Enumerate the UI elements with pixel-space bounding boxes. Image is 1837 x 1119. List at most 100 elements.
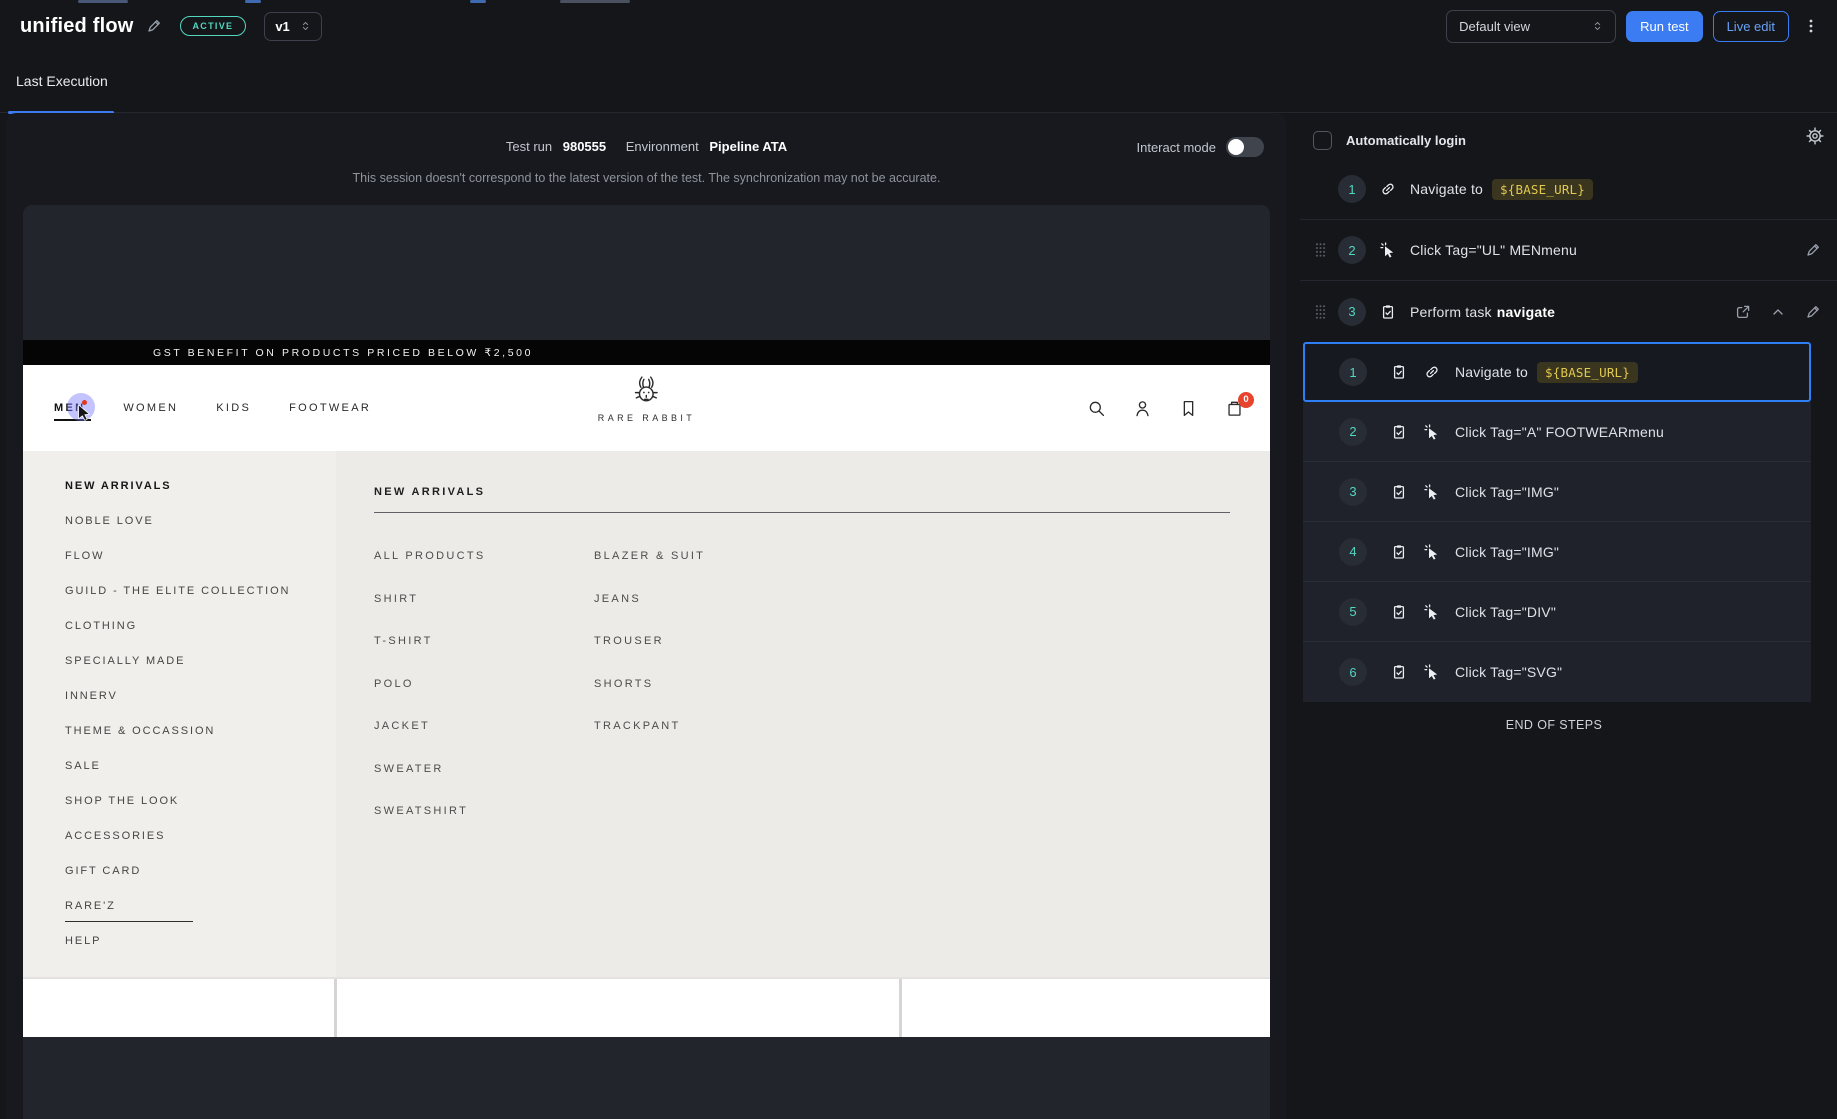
mouse-cursor-icon	[77, 404, 94, 421]
status-badge: ACTIVE	[180, 16, 247, 36]
collapse-icon[interactable]	[1770, 304, 1786, 320]
menu-link-blazer-suit[interactable]: BLAZER & SUIT	[594, 550, 705, 593]
task-icon	[1391, 604, 1407, 620]
cart-button[interactable]: 0	[1225, 399, 1244, 418]
menu-link-polo[interactable]: POLO	[374, 678, 594, 721]
product-card-placeholders	[23, 977, 1270, 1037]
substep-number-badge: 6	[1339, 658, 1367, 686]
click-icon	[1424, 604, 1440, 620]
variable-chip: ${BASE_URL}	[1537, 362, 1638, 383]
main-step-list: 1 Navigate to${BASE_URL} 2Click Tag="UL" M…	[1300, 159, 1837, 342]
more-menu-icon[interactable]	[1803, 18, 1819, 34]
sidebar-item-help[interactable]: HELP	[65, 935, 336, 970]
task-substep-row-2[interactable]: 2Click Tag="A" FOOTWEARmenu	[1303, 402, 1811, 462]
sidebar-item-rare-z[interactable]: RARE'Z	[65, 900, 336, 935]
task-substep-row-5[interactable]: 5Click Tag="DIV"	[1303, 582, 1811, 642]
heading-divider	[374, 512, 1230, 513]
auto-login-row: Automatically login	[1300, 113, 1837, 157]
task-substep-list: 1Navigate to${BASE_URL}2Click Tag="A" FO…	[1303, 342, 1811, 702]
sidebar-item-noble-love[interactable]: NOBLE LOVE	[65, 515, 336, 550]
substep-text: Navigate to${BASE_URL}	[1455, 362, 1638, 383]
sync-warning: This session doesn't correspond to the l…	[23, 171, 1270, 185]
step-number-badge: 1	[1338, 175, 1366, 203]
task-substep-row-6[interactable]: 6Click Tag="SVG"	[1303, 642, 1811, 702]
step-actions	[1735, 304, 1821, 320]
live-edit-button[interactable]: Live edit	[1713, 11, 1789, 42]
menu-link-trackpant[interactable]: TRACKPANT	[594, 720, 705, 763]
menu-link-label: POLO	[374, 678, 414, 690]
step-text: Navigate to${BASE_URL}	[1410, 179, 1593, 200]
site-logo[interactable]: RARE RABBIT	[598, 373, 695, 423]
sidebar-item-label: SHOP THE LOOK	[65, 795, 179, 807]
sidebar-item-label: SPECIALLY MADE	[65, 655, 185, 667]
sidebar-item-shop-the-look[interactable]: SHOP THE LOOK	[65, 795, 336, 830]
sidebar-item-label: HELP	[65, 935, 101, 947]
execution-preview: Test run 980555 Environment Pipeline ATA…	[6, 113, 1286, 1119]
nav-label: FOOTWEAR	[289, 402, 371, 414]
link-icon	[1424, 364, 1440, 380]
view-select[interactable]: Default view	[1446, 10, 1616, 43]
task-substep-row-3[interactable]: 3 Click Tag="IMG"	[1303, 462, 1811, 522]
sidebar-item-specially-made[interactable]: SPECIALLY MADE	[65, 655, 336, 690]
drag-handle-icon[interactable]	[1314, 304, 1327, 320]
sidebar-item-gift-card[interactable]: GIFT CARD	[65, 865, 336, 900]
step-actions	[1805, 242, 1821, 258]
chevron-updown-icon	[1592, 19, 1603, 33]
flow-title: unified flow	[20, 15, 134, 38]
settings-gear-icon[interactable]	[1806, 127, 1824, 145]
end-of-steps: END OF STEPS	[1300, 718, 1808, 732]
step-row-2[interactable]: 2Click Tag="UL" MENmenu	[1300, 220, 1837, 281]
edit-title-icon[interactable]	[146, 18, 162, 34]
sidebar-item-new-arrivals[interactable]: NEW ARRIVALS	[65, 480, 336, 515]
substep-text-label: Click Tag="IMG"	[1455, 544, 1559, 560]
interact-mode-toggle[interactable]	[1226, 137, 1264, 157]
menu-link-trouser[interactable]: TROUSER	[594, 635, 705, 678]
browser-screenshot: GST BENEFIT ON PRODUCTS PRICED BELOW ₹2,…	[23, 205, 1270, 1119]
menu-link-shorts[interactable]: SHORTS	[594, 678, 705, 721]
task-substep-row-4[interactable]: 4Click Tag="IMG"	[1303, 522, 1811, 582]
wishlist-icon[interactable]	[1179, 399, 1198, 418]
tab-bar: Last Execution	[0, 47, 1837, 113]
menu-link-all-products[interactable]: ALL PRODUCTS	[374, 550, 594, 593]
account-icon[interactable]	[1133, 399, 1152, 418]
sidebar-item-guild-the-elite-collection[interactable]: GUILD - THE ELITE COLLECTION	[65, 585, 336, 620]
drag-handle-icon[interactable]	[1314, 242, 1327, 258]
menu-link-label: TRACKPANT	[594, 720, 681, 732]
edit-step-icon[interactable]	[1805, 242, 1821, 258]
tab-label: Last Execution	[16, 73, 108, 89]
menu-link-t-shirt[interactable]: T-SHIRT	[374, 635, 594, 678]
task-substep-row-1[interactable]: 1Navigate to${BASE_URL}	[1303, 342, 1811, 402]
auto-login-checkbox[interactable]	[1313, 131, 1332, 150]
site-nav-kids[interactable]: KIDS	[216, 402, 251, 414]
open-task-icon[interactable]	[1735, 304, 1751, 320]
tab-last-execution[interactable]: Last Execution	[14, 73, 110, 112]
menu-link-sweatshirt[interactable]: SWEATSHIRT	[374, 805, 594, 848]
search-icon[interactable]	[1087, 399, 1106, 418]
sidebar-item-sale[interactable]: SALE	[65, 760, 336, 795]
menu-link-shirt[interactable]: SHIRT	[374, 593, 594, 636]
sidebar-item-clothing[interactable]: CLOTHING	[65, 620, 336, 655]
run-test-button[interactable]: Run test	[1626, 11, 1702, 42]
site-nav-footwear[interactable]: FOOTWEAR	[289, 402, 371, 414]
site-nav-men[interactable]: MEN	[54, 402, 85, 414]
sidebar-item-accessories[interactable]: ACCESSORIES	[65, 830, 336, 865]
substep-text: Click Tag="IMG"	[1455, 484, 1559, 500]
menu-link-jeans[interactable]: JEANS	[594, 593, 705, 636]
menu-link-label: TROUSER	[594, 635, 664, 647]
brand-name: RARE RABBIT	[598, 413, 695, 423]
version-select[interactable]: v1	[264, 12, 321, 41]
menu-link-jacket[interactable]: JACKET	[374, 720, 594, 763]
site-nav-women[interactable]: WOMEN	[123, 402, 178, 414]
step-row-1[interactable]: 1 Navigate to${BASE_URL}	[1300, 159, 1837, 220]
step-text-label: Click Tag="UL" MENmenu	[1410, 242, 1577, 258]
substep-text-label: Click Tag="A" FOOTWEARmenu	[1455, 424, 1664, 440]
menu-link-sweater[interactable]: SWEATER	[374, 763, 594, 806]
edit-step-icon[interactable]	[1805, 304, 1821, 320]
sidebar-item-label: RARE'Z	[65, 900, 193, 922]
environment-label: Environment	[626, 139, 699, 154]
step-row-3[interactable]: 3Perform tasknavigate	[1300, 281, 1837, 342]
sidebar-item-innerv[interactable]: INNERV	[65, 690, 336, 725]
sidebar-item-flow[interactable]: FLOW	[65, 550, 336, 585]
substep-number-badge: 3	[1339, 478, 1367, 506]
sidebar-item-theme-occassion[interactable]: THEME & OCCASSION	[65, 725, 336, 760]
